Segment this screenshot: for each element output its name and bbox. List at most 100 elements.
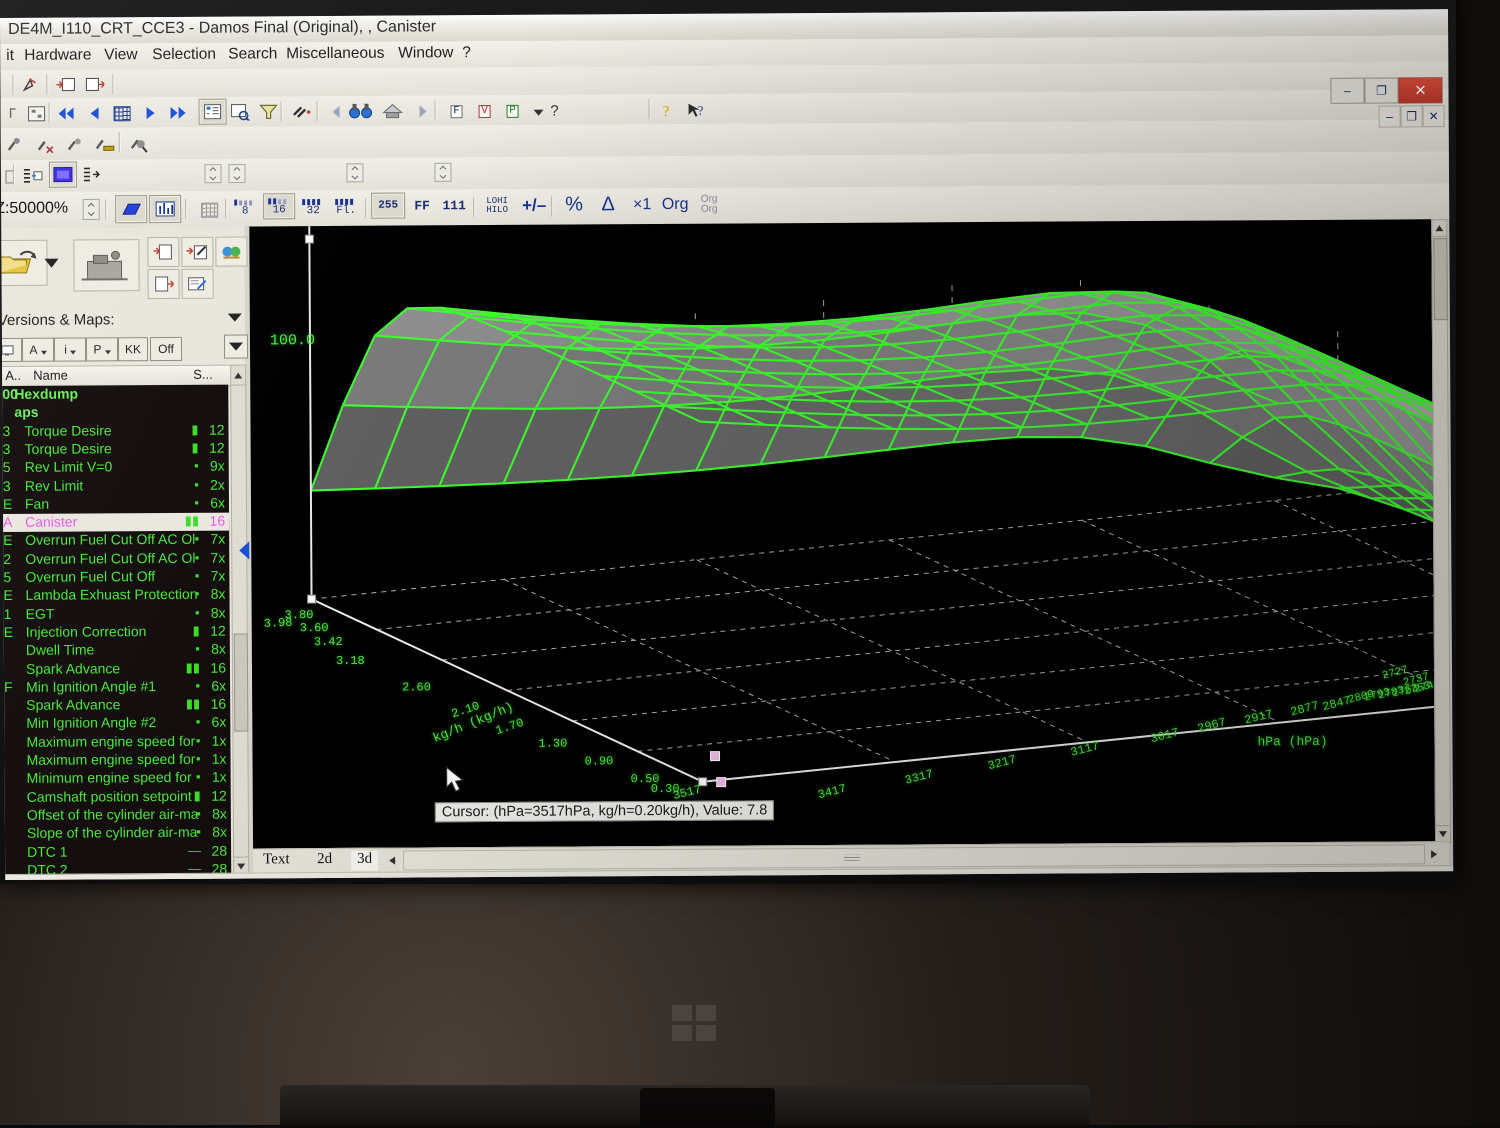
delete-map-icon[interactable] [31, 132, 59, 158]
tab-scroll-right-icon[interactable] [1425, 844, 1443, 864]
menu-item-view[interactable]: View [104, 46, 137, 64]
parameter-value-icon[interactable]: P [498, 98, 526, 124]
plot-vscrollbar[interactable] [1431, 235, 1451, 843]
tab-text[interactable]: Text [257, 851, 296, 871]
menu-item-miscellaneous[interactable]: Miscellaneous [286, 45, 384, 64]
sign-toggle-icon[interactable]: +/– [519, 193, 549, 219]
menu-item-help[interactable]: ? [462, 44, 471, 62]
map-list-row[interactable]: ELambda Exhuast Protection▪8x [1, 586, 229, 606]
new-map-icon[interactable] [147, 237, 179, 267]
bitwidth-32-icon[interactable]: 32 [299, 194, 327, 220]
zoom-factor-field[interactable]: Z:50000% [0, 200, 68, 218]
filter-button-0[interactable] [0, 338, 22, 362]
delta-icon[interactable]: Δ [593, 191, 623, 217]
map-list-row[interactable]: EOverrun Fuel Cut Off AC Ol▪7x [1, 531, 229, 551]
map-properties-icon[interactable] [91, 131, 119, 157]
maps-expand-icon[interactable] [224, 334, 248, 358]
undo-map-icon[interactable] [1, 132, 29, 158]
map-list-row[interactable]: Dwell Time▪8x [2, 641, 230, 661]
filter-funnel-icon[interactable] [254, 98, 282, 124]
copy-map-icon[interactable] [61, 131, 89, 157]
tab-2d[interactable]: 2d [311, 851, 338, 871]
map-list-row[interactable]: Slope of the cylinder air-ma▪8x [3, 824, 231, 844]
help-bulb-icon[interactable]: ? [654, 97, 682, 123]
previous-record-icon[interactable] [81, 100, 109, 126]
graph-view-icon[interactable] [49, 162, 77, 188]
fixed-value-icon[interactable]: F [442, 98, 470, 124]
map-list-row[interactable]: Spark Advance▮▮16 [2, 659, 230, 679]
spinner-c-icon[interactable] [341, 160, 369, 186]
binoculars-icon[interactable] [346, 98, 374, 124]
versions-maps-dropdown-icon[interactable] [224, 307, 246, 329]
map-locate-icon[interactable] [125, 131, 153, 157]
map-list-row[interactable]: Camshaft position setpoint▮12 [3, 787, 231, 807]
map-list-row[interactable]: 00Hexdump [0, 385, 228, 405]
filter-button-flag[interactable]: P [86, 337, 118, 361]
home-map-icon[interactable] [378, 98, 406, 124]
bitwidth-16-icon[interactable]: 16 [263, 193, 295, 219]
project-manager-button[interactable] [73, 239, 139, 291]
context-help-icon[interactable]: ? [682, 97, 710, 123]
spinner-d-icon[interactable] [429, 159, 457, 185]
search-map-icon[interactable] [226, 98, 254, 124]
menu-item-edit[interactable]: it [6, 47, 14, 65]
map-list-row[interactable]: DTC 1—28 [3, 842, 231, 862]
compare-icon[interactable] [23, 101, 51, 127]
filter-button-info[interactable]: i [54, 337, 86, 361]
map-list[interactable]: 00Hexdumpaps3Torque Desire▮123Torque Des… [0, 385, 231, 876]
menu-item-hardware[interactable]: Hardware [24, 46, 91, 64]
next-map-arrow-icon[interactable] [408, 97, 436, 123]
map-list-row[interactable]: Offset of the cylinder air-ma▪8x [3, 805, 231, 825]
bin-111-icon[interactable]: 111 [439, 192, 469, 218]
close-button[interactable]: ✕ [1398, 77, 1442, 103]
map-list-row[interactable]: aps [0, 403, 228, 423]
mdi-minimize-button[interactable]: – [1379, 105, 1401, 127]
map-list-row[interactable]: 2Overrun Fuel Cut Off AC Ol▪7x [1, 549, 229, 569]
map-list-row[interactable]: 5Rev Limit V=0▪9x [1, 458, 229, 478]
export-window-icon[interactable] [80, 71, 108, 97]
filter-button-kk[interactable]: KK [118, 337, 148, 361]
plot-vscroll-thumb[interactable] [1433, 238, 1448, 320]
mdi-restore-button[interactable]: ❐ [1401, 105, 1423, 127]
filter-button-axis[interactable]: A [22, 338, 54, 362]
hex-ff-icon[interactable]: FF [407, 192, 437, 218]
menu-item-window[interactable]: Window [398, 44, 453, 62]
table-icon[interactable] [108, 100, 136, 126]
byte-order-icon[interactable]: LOHI HILO [479, 193, 515, 219]
map-list-row[interactable]: 5Overrun Fuel Cut Off▪7x [1, 568, 229, 588]
view-bars-icon[interactable] [149, 195, 181, 223]
plot-scroll-up-icon[interactable] [1431, 219, 1447, 237]
spinner-b-icon[interactable] [223, 160, 251, 186]
factor-icon[interactable]: ×1 [627, 192, 657, 218]
float-icon[interactable]: Fl. [331, 194, 361, 220]
map-list-scroll-thumb[interactable] [234, 633, 249, 731]
matrix-icon[interactable] [195, 197, 223, 223]
import-window-icon[interactable] [52, 72, 80, 98]
help-question-icon[interactable]: ? [540, 98, 568, 124]
split-view-icon[interactable] [79, 161, 107, 187]
damos-import-icon[interactable] [215, 236, 247, 266]
map-list-row[interactable]: 3Torque Desire▮12 [0, 421, 228, 441]
new-pointer-icon[interactable] [16, 72, 44, 98]
panel-collapse-icon[interactable] [239, 541, 249, 559]
zoom-stepper[interactable] [77, 196, 105, 222]
map-3d-view[interactable]: 100.0 3.98 3.80 3.60 3.42 3.18 2.60 2.10… [249, 219, 1435, 848]
map-list-row[interactable]: Maximum engine speed for▪1x [2, 751, 230, 771]
link-maps-icon[interactable] [288, 98, 316, 124]
original-pair-icon[interactable]: Org Org [693, 192, 725, 218]
bitwidth-8-icon[interactable]: 8 [231, 194, 259, 220]
view-3d-icon[interactable] [115, 195, 147, 223]
filter-button-off[interactable]: Off [150, 337, 182, 361]
last-record-icon[interactable] [164, 100, 192, 126]
minimize-button[interactable]: – [1330, 78, 1364, 104]
tab-3d[interactable]: 3d [351, 851, 378, 871]
map-list-scrollbar[interactable] [230, 385, 249, 877]
map-list-row[interactable]: EFan▪6x [1, 494, 229, 514]
percent-icon[interactable]: % [559, 191, 589, 217]
map-list-row[interactable]: Spark Advance▮▮16 [2, 696, 230, 716]
maximize-button[interactable]: ❐ [1364, 77, 1398, 103]
map-list-row[interactable]: EInjection Correction▮12 [2, 622, 230, 642]
map-list-row[interactable]: 1EGT▪8x [2, 604, 230, 624]
edit-properties-icon[interactable] [182, 269, 214, 299]
map-list-row[interactable]: 3Torque Desire▮12 [1, 440, 229, 460]
